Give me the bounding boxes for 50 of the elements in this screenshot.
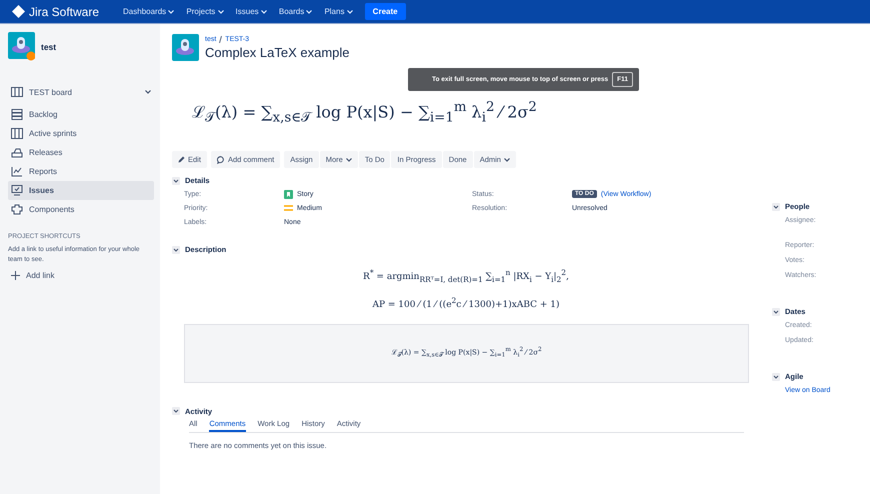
nav-menu[interactable]: Issues bbox=[236, 7, 267, 16]
issue-title: Complex LaTeX example bbox=[205, 44, 350, 60]
project-avatar-icon bbox=[8, 32, 35, 61]
line-chart-icon bbox=[11, 166, 23, 177]
nav-menu[interactable]: Projects bbox=[186, 7, 224, 16]
plus-icon bbox=[11, 271, 20, 280]
stack-icon bbox=[11, 109, 23, 120]
nav-menu[interactable]: Boards bbox=[278, 7, 312, 16]
collapse-toggle-icon[interactable] bbox=[772, 202, 780, 210]
create-button[interactable]: Create bbox=[364, 3, 406, 20]
chevron-down-icon bbox=[504, 158, 510, 162]
sidebar-item[interactable]: Active sprints bbox=[8, 124, 154, 143]
sidebar-item[interactable]: Components bbox=[8, 200, 154, 219]
product-logo[interactable]: Jira Software bbox=[29, 4, 100, 18]
chevron-down-icon bbox=[218, 10, 224, 14]
bookmark-icon bbox=[284, 190, 293, 198]
board-selector[interactable]: TEST board bbox=[29, 88, 139, 96]
formula: AP = 100 ⁄ (1 ⁄ ((e$^{2}$c ⁄ 1300)+1)xABC + 1) bbox=[372, 296, 560, 310]
chevron-down-icon bbox=[168, 10, 174, 14]
chevron-down-icon bbox=[306, 10, 312, 14]
separator-icon bbox=[219, 36, 222, 42]
equals-icon bbox=[284, 205, 293, 211]
pencil-icon bbox=[178, 156, 185, 163]
chevron-down-icon bbox=[346, 158, 352, 162]
speech-bubble-icon bbox=[216, 156, 225, 164]
sidebar-item[interactable]: Reports bbox=[8, 162, 154, 181]
project-name[interactable]: test bbox=[41, 42, 56, 52]
issue-project-avatar-icon bbox=[172, 34, 199, 61]
collapse-toggle-icon[interactable] bbox=[172, 407, 180, 416]
diamond-logo-icon bbox=[12, 5, 25, 18]
formula: ℒ$_{𝒯}$(λ) = ∑$_{x,s∈𝒯}$ log P(x|S) − ∑$_{i=1}$$^{m}$ λ$_{i}$$^{2}$ ⁄ 2σ$^{2}$ bbox=[192, 99, 538, 128]
monitor-icon bbox=[11, 185, 23, 196]
formula: R$^{*}$ = argmin$_{RRᵀ=I, det(R)=1}$ ∑$_{i=1}$$^{n}$ |RX$_{i}$ − Y$_{i}$|$_{2}$$^{2}$, bbox=[363, 268, 569, 284]
collapse-toggle-icon[interactable] bbox=[772, 372, 780, 380]
tray-icon bbox=[11, 147, 23, 158]
sidebar-item[interactable]: Releases bbox=[8, 143, 154, 162]
collapse-toggle-icon[interactable] bbox=[772, 308, 780, 316]
chevron-down-icon bbox=[346, 10, 353, 14]
nav-menu[interactable]: Dashboards bbox=[123, 7, 174, 16]
puzzle-icon bbox=[11, 204, 23, 215]
columns-icon bbox=[11, 128, 23, 139]
collapse-toggle-icon[interactable] bbox=[172, 246, 180, 254]
chevron-down-icon bbox=[260, 10, 267, 14]
board-icon bbox=[11, 87, 23, 97]
nav-menu[interactable]: Plans bbox=[324, 7, 353, 16]
sidebar-item[interactable]: Backlog bbox=[8, 105, 154, 124]
sidebar-item[interactable]: Issues bbox=[8, 181, 154, 200]
collapse-toggle-icon[interactable] bbox=[172, 176, 180, 184]
chevron-icon[interactable] bbox=[145, 90, 151, 94]
add-link[interactable]: Add link bbox=[8, 271, 154, 280]
